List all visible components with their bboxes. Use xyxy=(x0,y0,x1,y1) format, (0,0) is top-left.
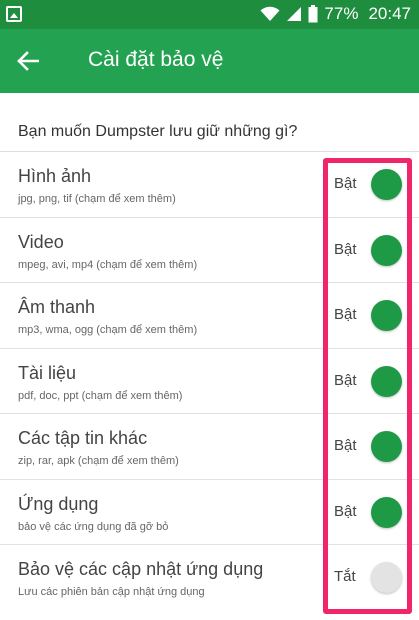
toggle-switch[interactable] xyxy=(371,431,402,462)
back-button[interactable] xyxy=(12,45,44,77)
gallery-notification-icon xyxy=(6,6,22,22)
battery-percent: 77% xyxy=(324,4,359,23)
signal-icon xyxy=(287,7,302,21)
setting-subtitle: bảo vệ các ứng dụng đã gỡ bỏ xyxy=(18,520,169,533)
setting-title: Ứng dụng xyxy=(18,493,99,514)
setting-title: Tài liệu xyxy=(18,362,77,383)
setting-subtitle: mpeg, avi, mp4 (chạm để xem thêm) xyxy=(18,258,198,271)
setting-state-label: Bật xyxy=(334,502,357,520)
setting-state-label: Bật xyxy=(334,240,357,258)
setting-state-label: Bật xyxy=(334,371,357,389)
wifi-icon xyxy=(260,6,280,21)
toggle-switch[interactable] xyxy=(371,234,402,266)
setting-state-label: Bật xyxy=(334,175,357,192)
setting-row-other-files[interactable]: Các tập tin khác zip, rar, apk (chạm để … xyxy=(0,414,419,480)
setting-title: Bảo vệ các cập nhật ứng dụng xyxy=(18,559,264,579)
setting-state-label: Bật xyxy=(334,437,357,454)
page-title: Cài đặt bảo vệ xyxy=(88,48,224,71)
battery-icon xyxy=(308,5,318,23)
arrow-left-icon xyxy=(17,51,39,71)
toggle-switch[interactable] xyxy=(371,169,402,200)
app-toolbar: Cài đặt bảo vệ xyxy=(0,29,419,93)
setting-row-video[interactable]: Video mpeg, avi, mp4 (chạm để xem thêm) … xyxy=(0,218,419,283)
setting-subtitle: mp3, wma, ogg (chạm để xem thêm) xyxy=(18,324,198,336)
section-header: Bạn muốn Dumpster lưu giữ những gì? xyxy=(18,123,298,140)
status-indicators: 77% 20:47 xyxy=(260,3,411,25)
clock: 20:47 xyxy=(368,4,411,23)
status-bar: 77% 20:47 xyxy=(0,0,419,29)
setting-title: Video xyxy=(18,231,64,252)
setting-state-label: Tắt xyxy=(334,568,356,585)
setting-row-audio[interactable]: Âm thanh mp3, wma, ogg (chạm để xem thêm… xyxy=(0,283,419,349)
setting-row-apps[interactable]: Ứng dụng bảo vệ các ứng dụng đã gỡ bỏ Bậ… xyxy=(0,480,419,545)
setting-subtitle: jpg, png, tif (chạm để xem thêm) xyxy=(18,193,176,205)
toggle-switch[interactable] xyxy=(371,300,402,331)
setting-row-app-updates[interactable]: Bảo vệ các cập nhật ứng dụng Lưu các phi… xyxy=(0,545,419,611)
toggle-switch[interactable] xyxy=(371,562,402,593)
toggle-switch[interactable] xyxy=(371,365,402,397)
toggle-switch[interactable] xyxy=(371,496,402,528)
setting-title: Hình ảnh xyxy=(18,166,92,186)
setting-state-label: Bật xyxy=(334,306,357,323)
setting-row-documents[interactable]: Tài liệu pdf, doc, ppt (chạm để xem thêm… xyxy=(0,349,419,414)
setting-subtitle: zip, rar, apk (chạm để xem thêm) xyxy=(18,455,179,467)
setting-title: Các tập tin khác xyxy=(18,428,148,448)
setting-row-images[interactable]: Hình ảnh jpg, png, tif (chạm để xem thêm… xyxy=(0,152,419,218)
protection-settings-list: Hình ảnh jpg, png, tif (chạm để xem thêm… xyxy=(0,152,419,611)
setting-subtitle: pdf, doc, ppt (chạm để xem thêm) xyxy=(18,389,183,402)
setting-title: Âm thanh xyxy=(18,297,96,317)
setting-subtitle: Lưu các phiên bản cập nhật ứng dụng xyxy=(18,586,205,598)
